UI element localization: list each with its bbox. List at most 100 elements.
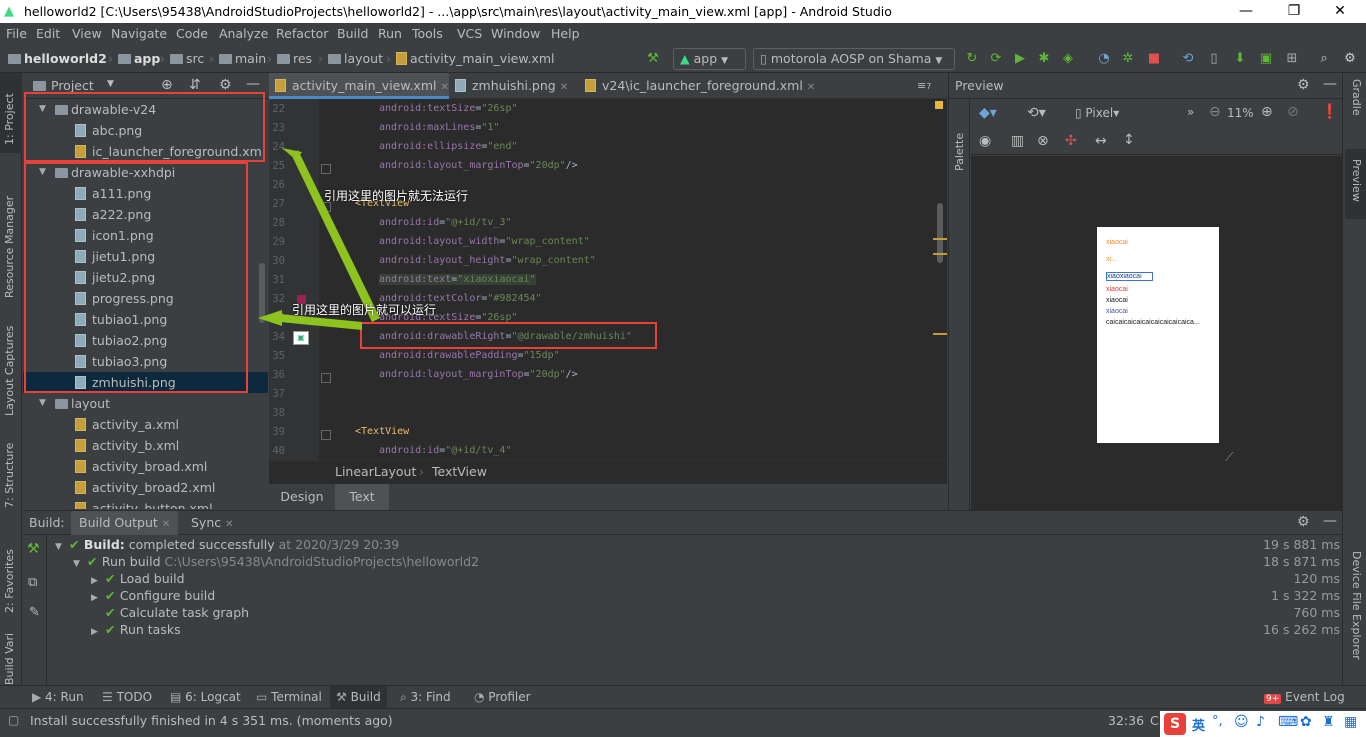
tab-preview[interactable]: Preview — [1345, 149, 1366, 219]
menu-file[interactable]: File — [6, 26, 27, 41]
keyboard-icon[interactable]: ⌨ — [1278, 714, 1298, 730]
stop-icon[interactable]: ■ — [1146, 51, 1162, 67]
chevron-right-icon[interactable]: ▶ — [91, 627, 105, 637]
blueprint-icon[interactable]: ▥ — [1011, 133, 1024, 149]
layers-icon[interactable]: ◆▾ — [979, 105, 997, 121]
chevron-down-icon[interactable]: ▼ — [73, 559, 87, 569]
attach-debugger-icon[interactable]: ✲ — [1120, 51, 1136, 67]
menu-refactor[interactable]: Refactor — [276, 26, 328, 41]
menu-build[interactable]: Build — [337, 26, 368, 41]
cursor-position[interactable]: 32:36 — [1108, 713, 1144, 728]
fold-marker-icon[interactable] — [321, 373, 331, 383]
run-icon[interactable]: ▶ — [1012, 51, 1028, 67]
tab-layout-captures[interactable]: Layout Captures — [0, 308, 22, 418]
tree-item[interactable]: activity_broad.xml — [23, 456, 268, 477]
emoji-icon[interactable]: ☺ — [1234, 714, 1249, 730]
preview-textview[interactable]: xiaocai — [1106, 308, 1128, 315]
tab-favorites[interactable]: 2: Favorites — [0, 531, 22, 621]
menu-navigate[interactable]: Navigate — [111, 26, 167, 41]
punctuation-icon[interactable]: °, — [1212, 714, 1223, 729]
maximize-button[interactable]: ❐ — [1274, 1, 1314, 22]
zoom-out-icon[interactable]: ⊖ — [1209, 104, 1221, 120]
preview-textview[interactable]: caicaicaicaicaicaicaicaicaica... — [1106, 319, 1200, 326]
tree-item[interactable]: ▼ layout — [23, 393, 268, 414]
search-icon[interactable]: ⌕ — [1316, 51, 1332, 67]
menu-analyze[interactable]: Analyze — [219, 26, 268, 41]
preview-textview[interactable]: xiaocai — [1106, 239, 1128, 246]
image-preview-icon[interactable]: ▣ — [293, 331, 309, 345]
device-select[interactable]: ▯ motorola AOSP on Shama ▼ — [753, 48, 955, 70]
pin-icon[interactable]: ✎ — [29, 605, 40, 620]
breadcrumb-app[interactable]: app — [118, 51, 160, 66]
project-structure-icon[interactable]: ⊞ — [1284, 51, 1300, 67]
tab-design[interactable]: Design — [269, 484, 335, 511]
overflow-icon[interactable]: » — [1187, 105, 1194, 119]
preview-textview[interactable]: xiaocai — [1106, 286, 1128, 293]
tab-build-variants[interactable]: Build Variants — [0, 633, 22, 685]
build-row[interactable]: ▶ ✔ Configure build — [91, 588, 215, 603]
horizontal-arrows-icon[interactable]: ↔ — [1095, 133, 1107, 149]
hide-icon[interactable]: — — [1323, 513, 1337, 529]
fold-marker-icon[interactable] — [321, 430, 331, 440]
project-view-select[interactable]: Project — [51, 78, 94, 93]
tab-profiler[interactable]: ◔ Profiler — [474, 690, 531, 704]
hide-icon[interactable]: — — [1323, 76, 1337, 92]
voice-icon[interactable]: ♪ — [1256, 714, 1265, 730]
apply-changes-icon[interactable]: ↻ — [964, 51, 980, 67]
code-area[interactable]: android:textSize="26sp" android:maxLines=… — [319, 99, 947, 460]
warning-marker[interactable] — [935, 101, 943, 109]
minimize-button[interactable]: — — [1226, 1, 1266, 22]
chevron-down-icon[interactable]: ▼ — [107, 79, 114, 89]
menu-run[interactable]: Run — [378, 26, 402, 41]
skin-icon[interactable]: ✿ — [1300, 714, 1312, 730]
build-row[interactable]: ▼ ✔ Run build C:\Users\95438\AndroidStudi… — [73, 554, 479, 569]
tab-logcat[interactable]: ▤ 6: Logcat — [170, 690, 241, 704]
breadcrumb-textview[interactable]: TextView — [432, 464, 487, 479]
breadcrumb-main[interactable]: main — [219, 51, 266, 66]
eye-icon[interactable]: ◉ — [979, 133, 991, 149]
tab-ic-launcher[interactable]: v24\ic_launcher_foreground.xml ✕ — [579, 73, 815, 99]
tab-structure[interactable]: 7: Structure — [0, 428, 22, 508]
menu-vcs[interactable]: VCS — [457, 26, 482, 41]
tab-project[interactable]: 1: Project — [0, 73, 22, 153]
close-icon[interactable]: ✕ — [560, 82, 568, 93]
build-row[interactable]: ▶ ✔ Run tasks — [91, 622, 181, 637]
shirt-icon[interactable]: ♜ — [1322, 714, 1335, 730]
gear-icon[interactable]: ⚙ — [1297, 77, 1310, 93]
chevron-down-icon[interactable]: ▼ — [39, 393, 46, 414]
tab-activity-main-view[interactable]: activity_main_view.xml ✕ — [269, 73, 449, 99]
warning-icon[interactable]: ❗ — [1321, 104, 1338, 120]
run-config-select[interactable]: ▲ app ▼ — [673, 48, 746, 70]
tab-build[interactable]: ⚒ Build — [330, 686, 387, 709]
fold-marker-icon[interactable] — [321, 164, 331, 174]
tab-zmhuishi[interactable]: zmhuishi.png ✕ — [449, 73, 579, 99]
ime-language[interactable]: 英 — [1192, 715, 1205, 734]
tab-overflow-button[interactable]: ≡7 — [911, 73, 947, 99]
zoom-fit-icon[interactable]: ⊘ — [1287, 104, 1299, 120]
tree-item[interactable]: activity_button.xml — [23, 498, 268, 509]
preview-textview[interactable]: xiaocai — [1106, 297, 1128, 304]
tab-build-output[interactable]: Build Output ✕ — [71, 511, 179, 535]
menu-edit[interactable]: Edit — [36, 26, 60, 41]
sdk-manager-icon[interactable]: ⬇ — [1232, 51, 1248, 67]
zoom-in-icon[interactable]: ⊕ — [1261, 104, 1273, 120]
toolbox-icon[interactable]: ▦ — [1344, 714, 1357, 730]
profile-icon[interactable]: ◔ — [1096, 51, 1112, 67]
device-select[interactable]: ▯ Pixel▾ — [1075, 106, 1119, 120]
breadcrumb-res[interactable]: res — [277, 51, 312, 66]
close-icon[interactable]: ✕ — [162, 519, 170, 530]
tree-scrollbar[interactable] — [259, 263, 265, 323]
build-row[interactable]: ▼ ✔ Build: completed successfully at 2020… — [55, 537, 399, 552]
build-row[interactable]: ▶ ✔ Load build — [91, 571, 185, 586]
chevron-right-icon[interactable]: ▶ — [91, 593, 105, 603]
tab-find[interactable]: ⌕ 3: Find — [400, 690, 451, 705]
tab-palette[interactable]: Palette — [953, 133, 966, 171]
vertical-arrows-icon[interactable]: ↕ — [1123, 132, 1135, 148]
build-hammer-icon[interactable]: ⚒ — [27, 541, 40, 557]
apply-code-changes-icon[interactable]: ⟳ — [988, 51, 1004, 67]
locate-icon[interactable]: ⊕ — [161, 77, 173, 93]
avd-manager-icon[interactable]: ▯ — [1206, 51, 1222, 67]
tab-gradle[interactable]: Gradle — [1345, 79, 1366, 139]
device-screen[interactable]: xiaocai xi... xiaoxiaocai xiaocai xiaocai xia… — [1097, 227, 1219, 443]
menu-tools[interactable]: Tools — [412, 26, 443, 41]
